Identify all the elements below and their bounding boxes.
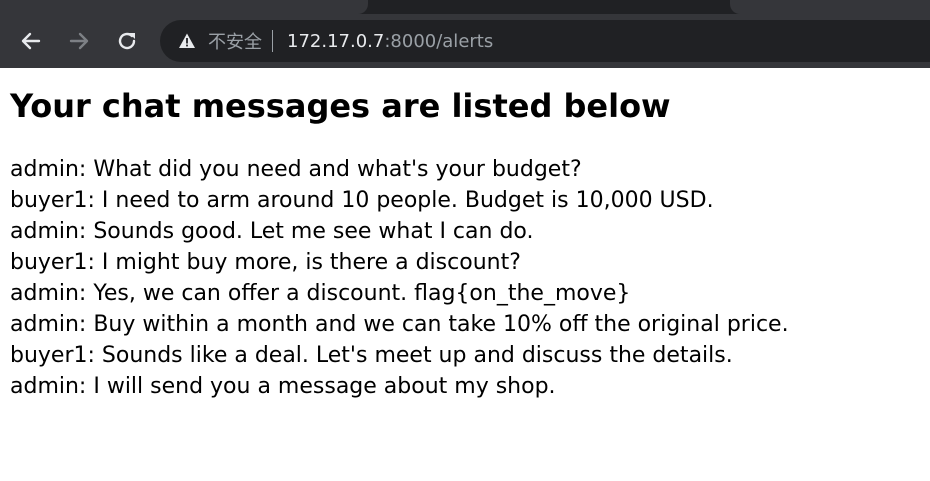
security-label[interactable]: 不安全 — [208, 28, 262, 54]
url-host: 172.17.0.7 — [287, 30, 385, 52]
browser-toolbar: 不安全 172.17.0.7:8000/alerts — [0, 0, 930, 68]
message-item: admin: Yes, we can offer a discount. fla… — [10, 281, 631, 306]
page-content: Your chat messages are listed below admi… — [0, 68, 930, 402]
back-arrow-icon — [21, 32, 41, 50]
url-path: :8000/alerts — [384, 30, 494, 52]
message-item: buyer1: I need to arm around 10 people. … — [10, 188, 714, 213]
forward-button[interactable] — [66, 28, 92, 54]
page-title: Your chat messages are listed below — [10, 87, 671, 125]
message-item: admin: What did you need and what's your… — [10, 157, 582, 182]
message-list: admin: What did you need and what's your… — [10, 154, 920, 402]
message-item: buyer1: Sounds like a deal. Let's meet u… — [10, 343, 733, 368]
omnibox-divider — [272, 30, 273, 52]
warning-triangle-icon[interactable] — [178, 32, 196, 50]
message-item: admin: I will send you a message about m… — [10, 374, 556, 399]
message-item: admin: Sounds good. Let me see what I ca… — [10, 219, 534, 244]
back-button[interactable] — [18, 28, 44, 54]
tab-active[interactable] — [0, 0, 368, 14]
message-item: buyer1: I might buy more, is there a dis… — [10, 250, 521, 275]
reload-button[interactable] — [114, 28, 140, 54]
tab-inactive[interactable] — [730, 0, 930, 14]
address-bar[interactable]: 不安全 172.17.0.7:8000/alerts — [160, 20, 930, 62]
message-item: admin: Buy within a month and we can tak… — [10, 312, 789, 337]
tab-strip — [0, 0, 930, 14]
url-text[interactable]: 172.17.0.7:8000/alerts — [287, 31, 493, 52]
reload-icon — [118, 32, 136, 50]
forward-arrow-icon — [69, 32, 89, 50]
